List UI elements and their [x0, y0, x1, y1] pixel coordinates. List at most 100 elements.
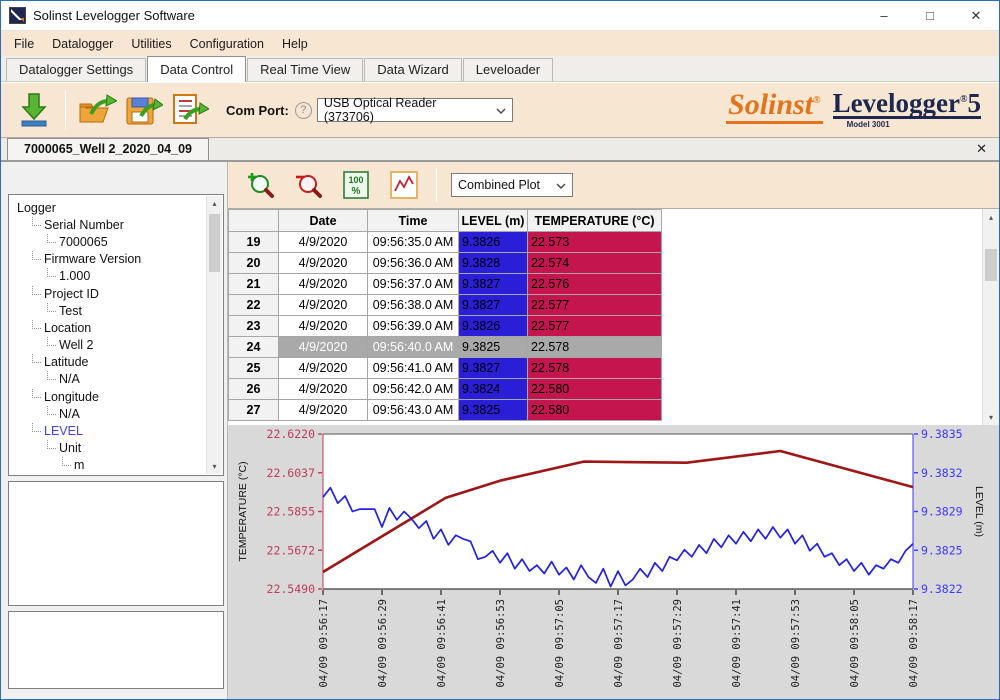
table-row[interactable]: 254/9/202009:56:41.0 AM9.382722.578: [229, 358, 662, 379]
download-data-button[interactable]: [11, 87, 57, 133]
time-cell[interactable]: 09:56:36.0 AM: [368, 253, 459, 274]
level-cell[interactable]: 9.3826: [459, 316, 528, 337]
com-port-select[interactable]: USB Optical Reader (373706): [317, 98, 513, 122]
temperature-cell[interactable]: 22.573: [528, 232, 662, 253]
save-file-button[interactable]: [120, 87, 166, 133]
menu-configuration[interactable]: Configuration: [181, 33, 273, 55]
row-number-cell[interactable]: 25: [229, 358, 279, 379]
table-row[interactable]: 264/9/202009:56:42.0 AM9.382422.580: [229, 379, 662, 400]
time-cell[interactable]: 09:56:38.0 AM: [368, 295, 459, 316]
column-header-rownum[interactable]: [229, 210, 279, 232]
tree-item-location[interactable]: Location: [13, 319, 223, 336]
tab-real-time-view[interactable]: Real Time View: [247, 58, 363, 81]
tree-item-project-id[interactable]: Project ID: [13, 285, 223, 302]
zoom-out-button[interactable]: [290, 168, 326, 202]
export-data-button[interactable]: [166, 87, 212, 133]
table-row[interactable]: 224/9/202009:56:38.0 AM9.382722.577: [229, 295, 662, 316]
level-cell[interactable]: 9.3825: [459, 337, 528, 358]
row-number-cell[interactable]: 24: [229, 337, 279, 358]
date-cell[interactable]: 4/9/2020: [279, 253, 368, 274]
level-cell[interactable]: 9.3827: [459, 295, 528, 316]
tree-item-serial-number[interactable]: Serial Number: [13, 216, 223, 233]
date-cell[interactable]: 4/9/2020: [279, 379, 368, 400]
table-row[interactable]: 194/9/202009:56:35.0 AM9.382622.573: [229, 232, 662, 253]
temperature-cell[interactable]: 22.580: [528, 400, 662, 421]
temperature-cell[interactable]: 22.577: [528, 316, 662, 337]
time-cell[interactable]: 09:56:37.0 AM: [368, 274, 459, 295]
time-cell[interactable]: 09:56:40.0 AM: [368, 337, 459, 358]
menu-help[interactable]: Help: [273, 33, 317, 55]
temperature-cell[interactable]: 22.577: [528, 295, 662, 316]
menu-file[interactable]: File: [5, 33, 43, 55]
temperature-cell[interactable]: 22.574: [528, 253, 662, 274]
date-cell[interactable]: 4/9/2020: [279, 400, 368, 421]
menu-utilities[interactable]: Utilities: [122, 33, 180, 55]
temperature-cell[interactable]: 22.578: [528, 358, 662, 379]
tab-leveloader[interactable]: Leveloader: [463, 58, 553, 81]
column-header-Time[interactable]: Time: [368, 210, 459, 232]
maximize-button[interactable]: □: [907, 1, 953, 31]
table-row[interactable]: 234/9/202009:56:39.0 AM9.382622.577: [229, 316, 662, 337]
tree-item-1-000[interactable]: 1.000: [13, 268, 223, 285]
tab-datalogger-settings[interactable]: Datalogger Settings: [6, 58, 146, 81]
tree-item-n-a[interactable]: N/A: [13, 405, 223, 422]
level-cell[interactable]: 9.3825: [459, 400, 528, 421]
time-cell[interactable]: 09:56:42.0 AM: [368, 379, 459, 400]
temperature-cell[interactable]: 22.580: [528, 379, 662, 400]
plot-style-button[interactable]: [386, 168, 422, 202]
tree-item-test[interactable]: Test: [13, 302, 223, 319]
temperature-cell[interactable]: 22.578: [528, 337, 662, 358]
tree-item-m[interactable]: m: [13, 457, 223, 474]
row-number-cell[interactable]: 27: [229, 400, 279, 421]
tab-data-control[interactable]: Data Control: [147, 56, 246, 82]
time-cell[interactable]: 09:56:39.0 AM: [368, 316, 459, 337]
row-number-cell[interactable]: 23: [229, 316, 279, 337]
zoom-100-button[interactable]: 100 %: [338, 168, 374, 202]
tree-item-firmware-version[interactable]: Firmware Version: [13, 251, 223, 268]
column-header-TEMPERATURE (°C)[interactable]: TEMPERATURE (°C): [528, 210, 662, 232]
table-row[interactable]: 244/9/202009:56:40.0 AM9.382522.578: [229, 337, 662, 358]
time-cell[interactable]: 09:56:35.0 AM: [368, 232, 459, 253]
row-number-cell[interactable]: 26: [229, 379, 279, 400]
table-row[interactable]: 204/9/202009:56:36.0 AM9.382822.574: [229, 253, 662, 274]
scroll-up-icon[interactable]: ▴: [983, 209, 999, 225]
open-file-button[interactable]: [74, 87, 120, 133]
tab-data-wizard[interactable]: Data Wizard: [364, 58, 462, 81]
tree-item-logger[interactable]: Logger: [13, 199, 223, 216]
date-cell[interactable]: 4/9/2020: [279, 358, 368, 379]
date-cell[interactable]: 4/9/2020: [279, 232, 368, 253]
column-header-LEVEL (m)[interactable]: LEVEL (m): [459, 210, 528, 232]
tree-item-latitude[interactable]: Latitude: [13, 354, 223, 371]
tree-scrollbar[interactable]: ▴ ▾: [206, 196, 222, 474]
row-number-cell[interactable]: 21: [229, 274, 279, 295]
table-row[interactable]: 214/9/202009:56:37.0 AM9.382722.576: [229, 274, 662, 295]
column-header-Date[interactable]: Date: [279, 210, 368, 232]
tree-item-7000065[interactable]: 7000065: [13, 233, 223, 250]
scroll-up-icon[interactable]: ▴: [207, 196, 222, 211]
date-cell[interactable]: 4/9/2020: [279, 316, 368, 337]
level-cell[interactable]: 9.3827: [459, 358, 528, 379]
tree-item-longitude[interactable]: Longitude: [13, 388, 223, 405]
time-cell[interactable]: 09:56:41.0 AM: [368, 358, 459, 379]
close-button[interactable]: ✕: [953, 1, 999, 31]
document-close-icon[interactable]: ✕: [976, 141, 987, 157]
date-cell[interactable]: 4/9/2020: [279, 337, 368, 358]
tree-item-n-a[interactable]: N/A: [13, 371, 223, 388]
row-number-cell[interactable]: 19: [229, 232, 279, 253]
menu-datalogger[interactable]: Datalogger: [43, 33, 122, 55]
table-row[interactable]: 274/9/202009:56:43.0 AM9.382522.580: [229, 400, 662, 421]
document-tab[interactable]: 7000065_Well 2_2020_04_09: [7, 138, 209, 160]
zoom-in-button[interactable]: [242, 168, 278, 202]
minimize-button[interactable]: –: [861, 1, 907, 31]
level-cell[interactable]: 9.3827: [459, 274, 528, 295]
date-cell[interactable]: 4/9/2020: [279, 295, 368, 316]
tree-scrollbar-thumb[interactable]: [209, 214, 220, 272]
tree-item-unit[interactable]: Unit: [13, 440, 223, 457]
row-number-cell[interactable]: 20: [229, 253, 279, 274]
time-cell[interactable]: 09:56:43.0 AM: [368, 400, 459, 421]
row-number-cell[interactable]: 22: [229, 295, 279, 316]
level-cell[interactable]: 9.3828: [459, 253, 528, 274]
plot-type-select[interactable]: Combined Plot: [451, 173, 573, 197]
table-scrollbar-thumb[interactable]: [985, 249, 997, 281]
temperature-cell[interactable]: 22.576: [528, 274, 662, 295]
